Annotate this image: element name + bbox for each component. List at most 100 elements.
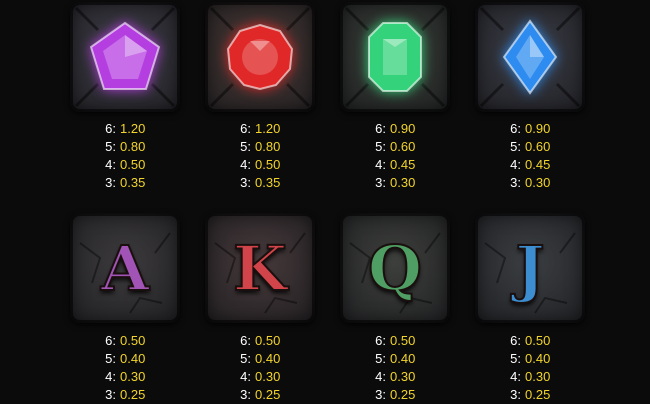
tile — [70, 2, 180, 112]
letter-k-glyph: K — [232, 231, 288, 306]
payout-value: 0.30 — [525, 175, 551, 190]
symbol-green-gem — [340, 2, 450, 112]
payout-count: 6: — [240, 121, 251, 136]
payout-count: 3: — [510, 175, 521, 190]
paytable-green-gem: 6: 0.90 5: 0.60 4: 0.45 3: 0.30 — [340, 120, 450, 192]
payout-value: 0.25 — [120, 387, 146, 402]
payout-row: 5: 0.80 — [70, 138, 180, 156]
payout-count: 5: — [510, 139, 521, 154]
payout-row: 3: 0.30 — [340, 174, 450, 192]
payout-value: 0.45 — [390, 157, 416, 172]
payout-row: 3: 0.25 — [340, 386, 450, 404]
tile: J — [475, 213, 585, 323]
payout-count: 5: — [510, 351, 521, 366]
payout-count: 3: — [375, 175, 386, 190]
paytable-letter-a: 6: 0.50 5: 0.40 4: 0.30 3: 0.25 — [70, 332, 180, 404]
payout-count: 6: — [240, 333, 251, 348]
payout-value: 0.50 — [525, 333, 551, 348]
paytable-letter-q: 6: 0.50 5: 0.40 4: 0.30 3: 0.25 — [340, 332, 450, 404]
payout-row: 5: 0.80 — [205, 138, 315, 156]
payout-row: 6: 1.20 — [70, 120, 180, 138]
paytable-letter-j: 6: 0.50 5: 0.40 4: 0.30 3: 0.25 — [475, 332, 585, 404]
payout-row: 6: 0.50 — [340, 332, 450, 350]
payout-count: 6: — [510, 121, 521, 136]
payout-count: 5: — [375, 351, 386, 366]
payout-row: 4: 0.50 — [205, 156, 315, 174]
payout-value: 0.25 — [390, 387, 416, 402]
payout-row: 4: 0.45 — [340, 156, 450, 174]
letter-a-glyph: A — [100, 231, 150, 306]
payout-value: 0.40 — [525, 351, 551, 366]
payout-value: 0.25 — [255, 387, 281, 402]
payout-value: 0.50 — [255, 157, 281, 172]
payout-row: 6: 1.20 — [205, 120, 315, 138]
tile — [475, 2, 585, 112]
payout-value: 1.20 — [255, 121, 281, 136]
payout-row: 6: 0.90 — [475, 120, 585, 138]
payout-count: 4: — [240, 157, 251, 172]
payout-value: 0.90 — [525, 121, 551, 136]
payout-row: 3: 0.25 — [70, 386, 180, 404]
payout-count: 5: — [240, 351, 251, 366]
payout-row: 3: 0.30 — [475, 174, 585, 192]
payout-value: 0.50 — [390, 333, 416, 348]
payout-value: 0.50 — [120, 157, 146, 172]
paytable-letter-k: 6: 0.50 5: 0.40 4: 0.30 3: 0.25 — [205, 332, 315, 404]
symbol-letter-q: Q — [340, 213, 450, 323]
symbol-red-gem — [205, 2, 315, 112]
symbol-blue-gem — [475, 2, 585, 112]
payout-row: 3: 0.35 — [70, 174, 180, 192]
payout-value: 0.90 — [390, 121, 416, 136]
payout-row: 6: 0.90 — [340, 120, 450, 138]
payout-row: 6: 0.50 — [70, 332, 180, 350]
payout-count: 6: — [105, 121, 116, 136]
payout-count: 3: — [510, 387, 521, 402]
paytable-purple-gem: 6: 1.20 5: 0.80 4: 0.50 3: 0.35 — [70, 120, 180, 192]
payout-value: 0.80 — [120, 139, 146, 154]
blue-diamond-gem-icon — [502, 19, 558, 95]
tile: A — [70, 213, 180, 323]
payout-row: 4: 0.30 — [340, 368, 450, 386]
payout-count: 4: — [240, 369, 251, 384]
purple-pentagon-gem-icon — [89, 21, 161, 90]
payout-value: 0.50 — [120, 333, 146, 348]
payout-value: 0.40 — [255, 351, 281, 366]
payout-row: 4: 0.30 — [475, 368, 585, 386]
payout-row: 5: 0.40 — [340, 350, 450, 368]
payout-row: 5: 0.60 — [475, 138, 585, 156]
payout-value: 0.30 — [390, 369, 416, 384]
payout-value: 0.40 — [120, 351, 146, 366]
payout-value: 0.30 — [390, 175, 416, 190]
payout-count: 5: — [375, 139, 386, 154]
payout-value: 0.35 — [120, 175, 146, 190]
payout-count: 4: — [375, 157, 386, 172]
payout-value: 0.50 — [255, 333, 281, 348]
payout-row: 5: 0.40 — [475, 350, 585, 368]
payout-count: 4: — [510, 369, 521, 384]
payout-row: 3: 0.25 — [475, 386, 585, 404]
paytable-blue-gem: 6: 0.90 5: 0.60 4: 0.45 3: 0.30 — [475, 120, 585, 192]
payout-value: 0.60 — [525, 139, 551, 154]
payout-row: 4: 0.30 — [70, 368, 180, 386]
payout-row: 3: 0.35 — [205, 174, 315, 192]
payout-value: 0.45 — [525, 157, 551, 172]
payout-count: 3: — [240, 175, 251, 190]
payout-count: 5: — [240, 139, 251, 154]
payout-row: 5: 0.40 — [205, 350, 315, 368]
green-emerald-gem-icon — [368, 22, 422, 92]
payout-count: 6: — [375, 121, 386, 136]
payout-row: 6: 0.50 — [205, 332, 315, 350]
payout-value: 0.40 — [390, 351, 416, 366]
payout-row: 3: 0.25 — [205, 386, 315, 404]
payout-row: 6: 0.50 — [475, 332, 585, 350]
payout-count: 4: — [510, 157, 521, 172]
tile: K — [205, 213, 315, 323]
paytable-red-gem: 6: 1.20 5: 0.80 4: 0.50 3: 0.35 — [205, 120, 315, 192]
payout-count: 3: — [240, 387, 251, 402]
payout-count: 3: — [375, 387, 386, 402]
payout-count: 3: — [105, 175, 116, 190]
payout-row: 5: 0.60 — [340, 138, 450, 156]
symbol-letter-a: A — [70, 213, 180, 323]
letter-j-glyph: J — [514, 231, 545, 306]
payout-value: 0.35 — [255, 175, 281, 190]
